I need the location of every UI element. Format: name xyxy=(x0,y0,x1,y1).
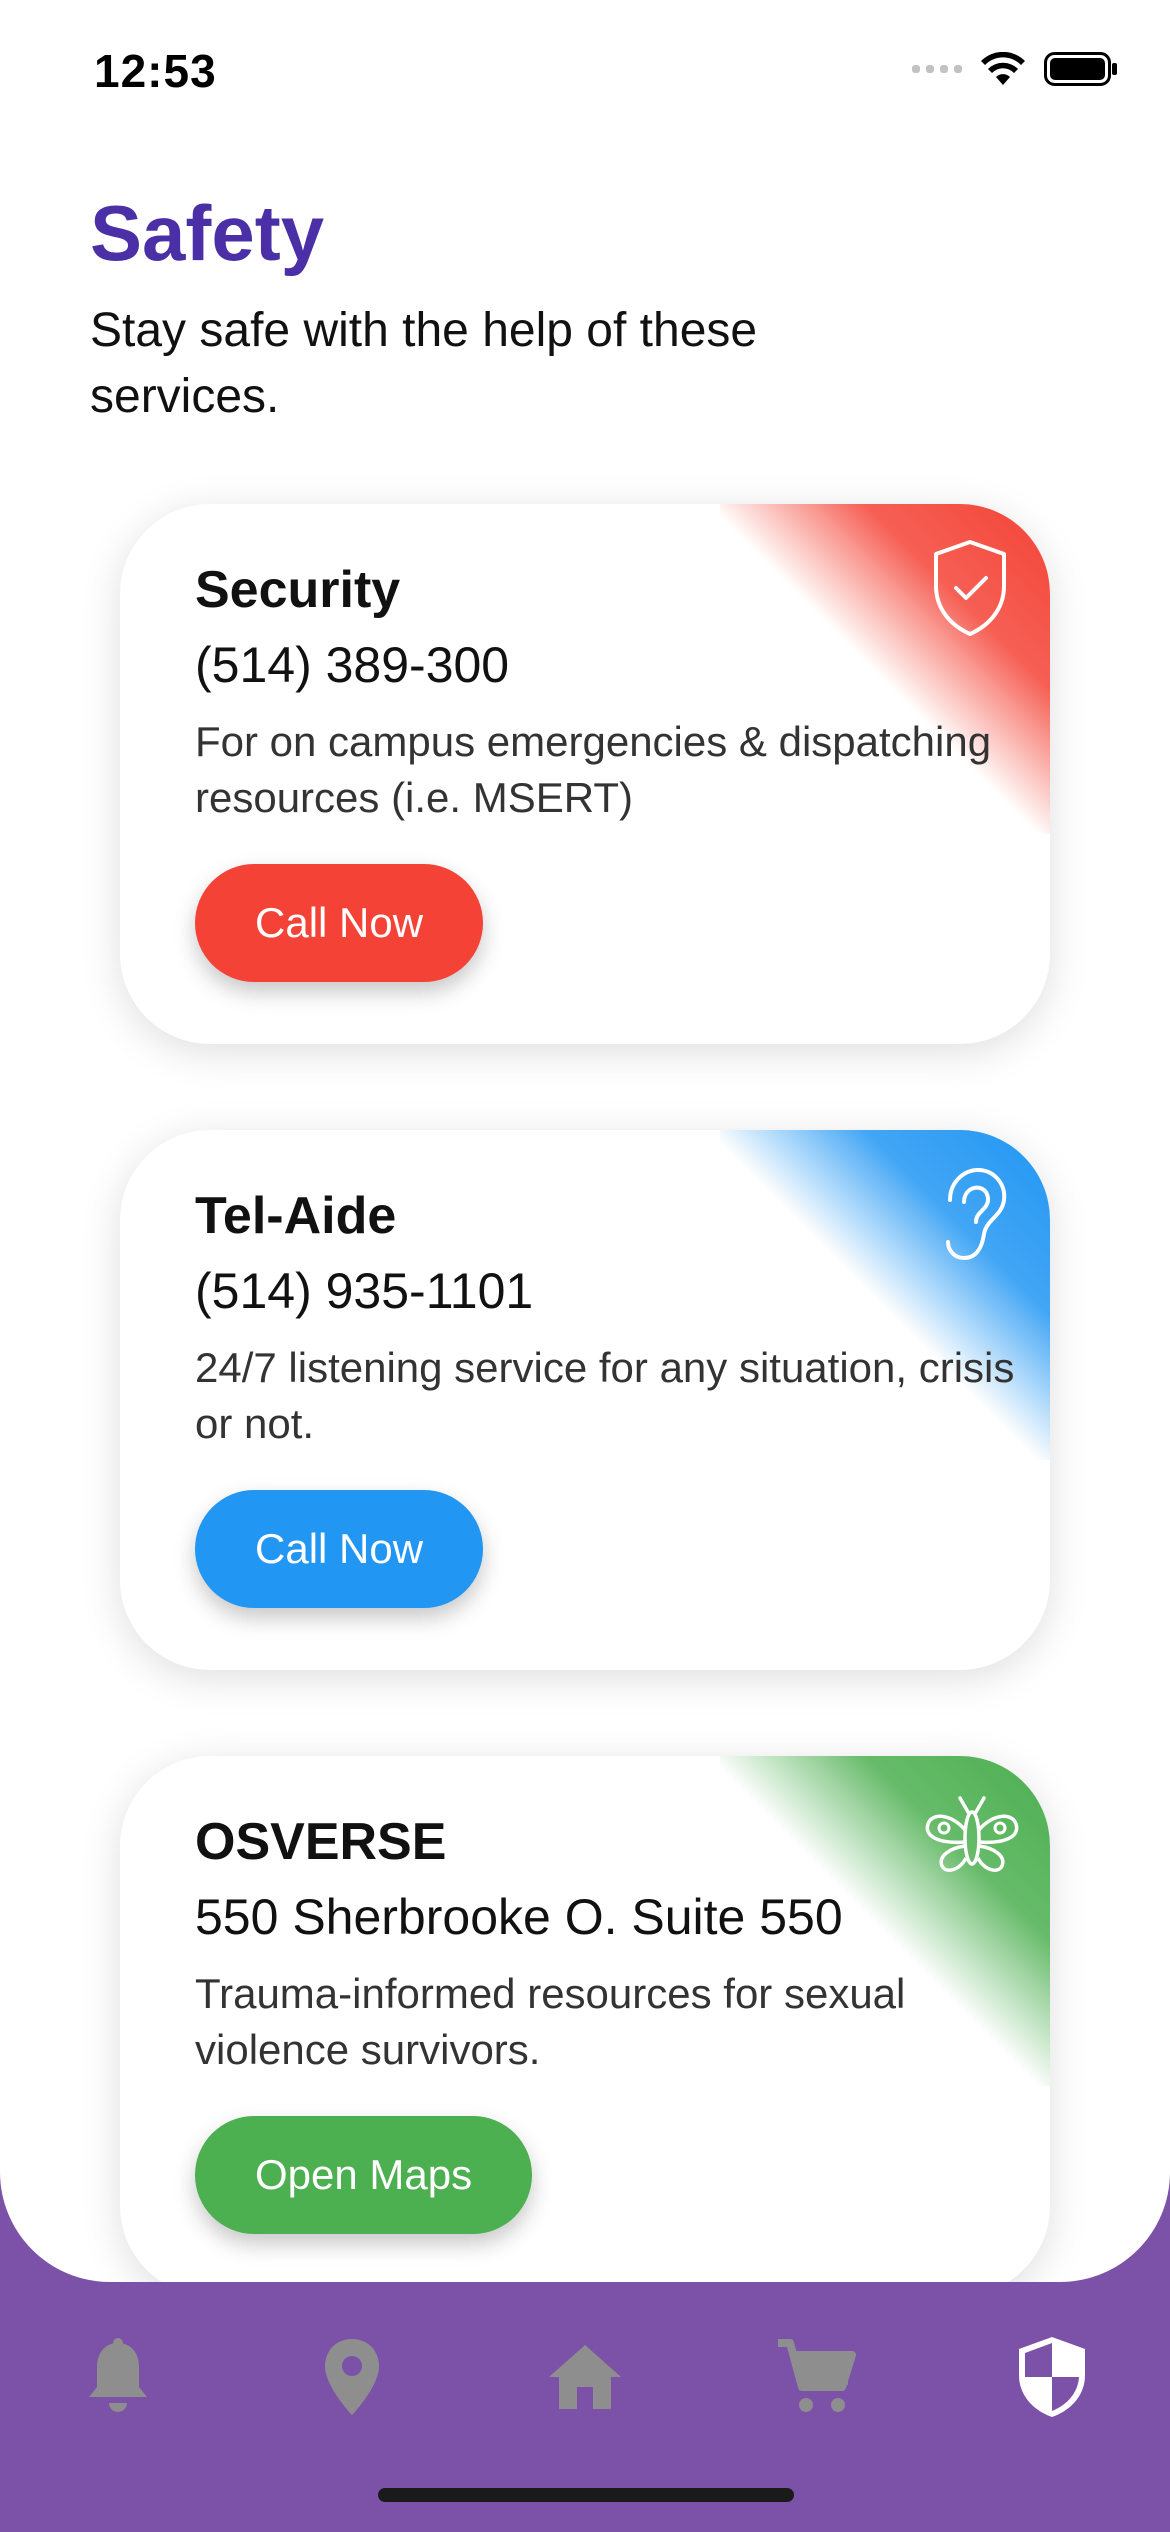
nav-notifications[interactable] xyxy=(78,2332,158,2422)
status-icons xyxy=(912,52,1118,86)
safety-screen: 12:53 Safety Stay safe with the help of … xyxy=(0,0,1170,2532)
shield-check-icon xyxy=(934,540,1006,636)
card-description: Trauma-informed resources for sexual vio… xyxy=(195,1970,906,2073)
card-title: OSVERSE xyxy=(195,1813,447,1871)
location-pin-icon xyxy=(325,2339,379,2415)
open-maps-button[interactable]: Open Maps xyxy=(195,2116,533,2234)
card-description: For on campus emergencies & dispatching … xyxy=(195,718,992,821)
card-phone[interactable]: (514) 389-300 xyxy=(195,636,509,694)
nav-home[interactable] xyxy=(545,2332,625,2422)
card-title: Security xyxy=(195,561,401,619)
ear-icon xyxy=(946,1167,1007,1261)
page-subtitle: Stay safe with the help of these service… xyxy=(90,304,758,423)
battery-icon xyxy=(1044,52,1117,86)
osverse-card: OSVERSE 550 Sherbrooke O. Suite 550 Trau… xyxy=(120,1756,1050,2282)
card-description: 24/7 listening service for any situation… xyxy=(195,1344,1015,1447)
cart-icon xyxy=(778,2339,856,2412)
card-address[interactable]: 550 Sherbrooke O. Suite 550 xyxy=(195,1888,843,1946)
nav-shop[interactable] xyxy=(776,2332,856,2422)
security-card: Security (514) 389-300 For on campus eme… xyxy=(120,504,1050,1044)
cellular-signal-icon xyxy=(912,65,962,73)
call-now-button[interactable]: Call Now xyxy=(195,1490,484,1608)
shield-icon xyxy=(1019,2337,1085,2417)
wifi-icon xyxy=(981,52,1025,85)
card-phone[interactable]: (514) 935-1101 xyxy=(195,1262,533,1320)
tel-aide-card: Tel-Aide (514) 935-1101 24/7 listening s… xyxy=(120,1130,1050,1670)
call-now-button[interactable]: Call Now xyxy=(195,864,484,982)
bell-icon xyxy=(89,2338,147,2412)
butterfly-icon xyxy=(925,1796,1019,1872)
page-title: Safety xyxy=(90,189,325,277)
nav-safety[interactable] xyxy=(1012,2332,1092,2422)
nav-map[interactable] xyxy=(312,2332,392,2422)
status-time: 12:53 xyxy=(94,45,217,97)
card-title: Tel-Aide xyxy=(195,1187,397,1245)
main-content[interactable]: 12:53 Safety Stay safe with the help of … xyxy=(0,0,1170,2282)
home-icon xyxy=(549,2345,621,2409)
home-indicator[interactable] xyxy=(378,2488,794,2502)
